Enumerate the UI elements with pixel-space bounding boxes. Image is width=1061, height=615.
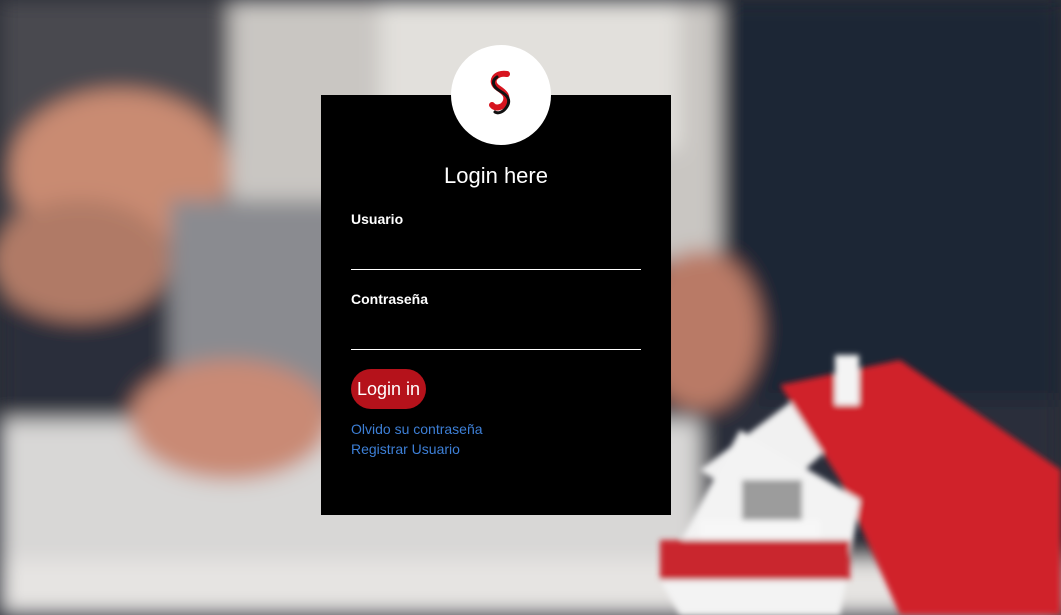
password-label: Contraseña [351, 291, 429, 307]
login-button[interactable]: Login in [351, 369, 427, 409]
logo-badge [451, 45, 551, 145]
forgot-password-link[interactable]: Olvido su contraseña [351, 421, 483, 437]
login-title: Login here [444, 163, 548, 188]
register-user-link[interactable]: Registrar Usuario [351, 441, 460, 457]
username-input[interactable] [351, 243, 641, 270]
username-label: Usuario [351, 211, 404, 227]
s-logo-icon [481, 68, 521, 123]
password-input[interactable] [351, 323, 641, 350]
login-card: Login here Usuario Contraseña Login in O… [321, 95, 671, 515]
